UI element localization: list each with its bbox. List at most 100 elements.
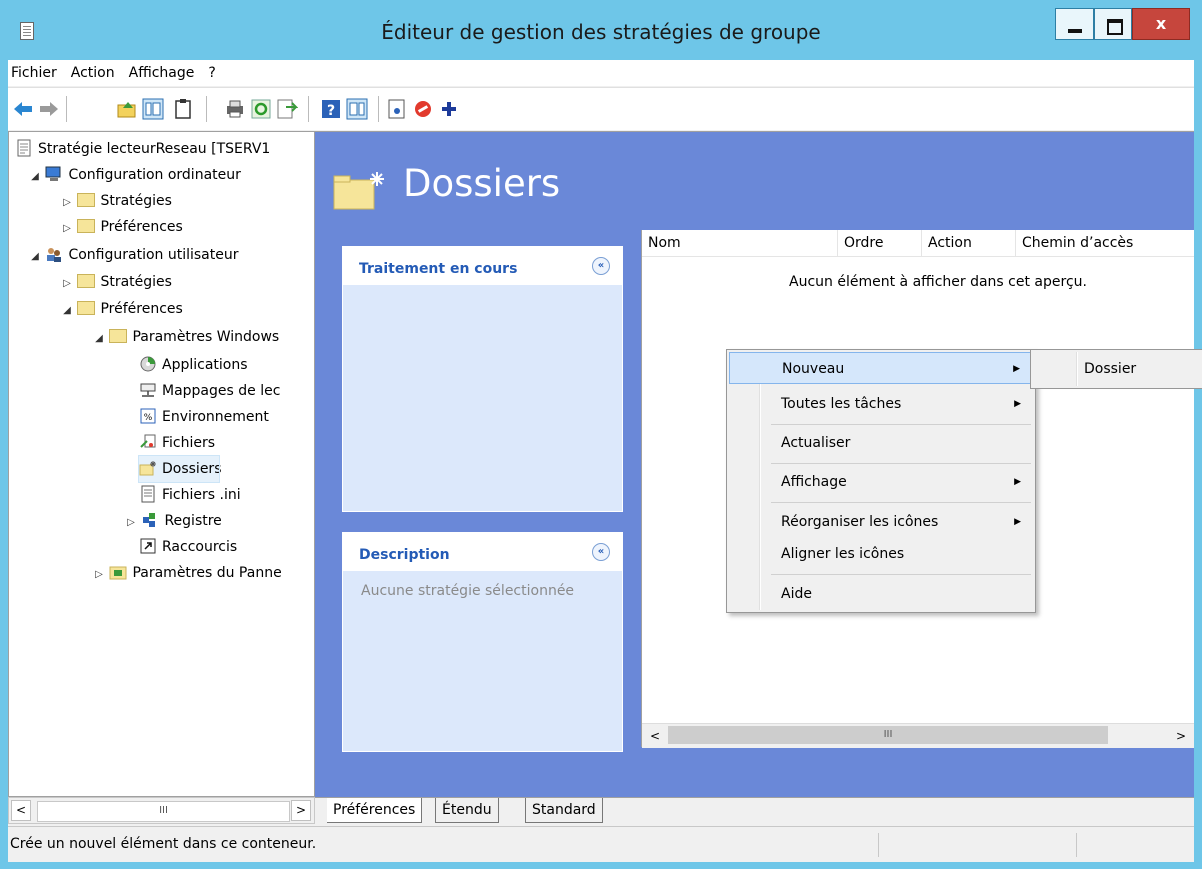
tree-shortcuts[interactable]: Raccourcis bbox=[139, 534, 237, 560]
context-menu: Nouveau ▶ Toutes les tâches ▶ Actualiser A… bbox=[726, 349, 1036, 613]
scroll-right-button[interactable]: > bbox=[1170, 725, 1192, 747]
new-folder-icon bbox=[139, 461, 156, 476]
applications-icon bbox=[140, 356, 156, 372]
expanded-arrow-icon[interactable]: ◢ bbox=[93, 326, 105, 352]
tree-user-policies[interactable]: ▷ Stratégies bbox=[61, 269, 172, 295]
description-panel: Description « Aucune stratégie sélectionn… bbox=[342, 532, 623, 752]
tree-applications[interactable]: Applications bbox=[139, 352, 248, 378]
tree-folders-selected[interactable]: Dossiers bbox=[138, 455, 222, 483]
tree-computer-config[interactable]: ◢ Configuration ordinateur bbox=[29, 162, 241, 188]
window-title: Éditeur de gestion des stratégies de gro… bbox=[381, 20, 821, 44]
forward-arrow-icon[interactable] bbox=[38, 98, 60, 120]
submenu-arrow-icon: ▶ bbox=[1013, 364, 1020, 374]
tree-registry[interactable]: ▷ Registre bbox=[125, 508, 222, 534]
scroll-left-button[interactable]: < bbox=[644, 725, 666, 747]
tree-computer-prefs[interactable]: ▷ Préférences bbox=[61, 214, 183, 240]
folder-icon bbox=[77, 193, 96, 207]
computer-icon bbox=[45, 166, 61, 181]
main-window: Éditeur de gestion des stratégies de gro… bbox=[0, 0, 1202, 869]
tree-computer-policies[interactable]: ▷ Stratégies bbox=[61, 188, 172, 214]
back-arrow-icon[interactable] bbox=[12, 98, 34, 120]
tree-user-prefs[interactable]: ◢ Préférences bbox=[61, 296, 183, 322]
collapse-button[interactable]: « bbox=[592, 543, 610, 561]
submenu-arrow-icon: ▶ bbox=[1014, 517, 1021, 527]
collapsed-arrow-icon[interactable]: ▷ bbox=[93, 562, 105, 588]
status-text: Crée un nouvel élément dans ce conteneur… bbox=[10, 836, 317, 852]
menu-item-new[interactable]: Nouveau ▶ bbox=[729, 352, 1033, 384]
folder-icon bbox=[77, 301, 96, 315]
folder-icon bbox=[77, 219, 96, 233]
collapsed-arrow-icon[interactable]: ▷ bbox=[61, 271, 73, 297]
menu-item-view[interactable]: Affichage ▶ bbox=[729, 466, 1033, 498]
processing-panel: Traitement en cours « bbox=[342, 246, 623, 512]
folder-icon bbox=[109, 329, 128, 343]
menu-item-line-up-icons[interactable]: Aligner les icônes bbox=[729, 538, 1033, 570]
close-button[interactable]: x bbox=[1132, 8, 1190, 40]
expanded-arrow-icon[interactable]: ◢ bbox=[29, 164, 41, 190]
minimize-button[interactable] bbox=[1055, 8, 1094, 40]
collapsed-arrow-icon[interactable]: ▷ bbox=[61, 216, 73, 242]
column-order[interactable]: Ordre bbox=[838, 230, 922, 256]
tree-user-config[interactable]: ◢ Configuration utilisateur bbox=[29, 242, 238, 268]
tree-drive-maps[interactable]: Mappages de lec bbox=[139, 378, 280, 404]
collapse-button[interactable]: « bbox=[592, 257, 610, 275]
clipboard-icon[interactable] bbox=[172, 98, 194, 120]
title-bar[interactable]: Éditeur de gestion des stratégies de gro… bbox=[0, 0, 1202, 60]
scroll-thumb[interactable]: III bbox=[668, 726, 1108, 744]
svg-text:%: % bbox=[144, 413, 153, 423]
print-icon[interactable] bbox=[224, 98, 246, 120]
description-panel-title: Description bbox=[359, 547, 450, 563]
scroll-left-button[interactable]: < bbox=[11, 800, 31, 821]
menu-action[interactable]: Action bbox=[64, 60, 122, 86]
scroll-thumb[interactable]: III bbox=[37, 801, 290, 822]
description-text: Aucune stratégie sélectionnée bbox=[361, 583, 575, 599]
expanded-arrow-icon[interactable]: ◢ bbox=[61, 298, 73, 324]
network-drive-icon bbox=[140, 383, 156, 397]
toolbar: ? bbox=[8, 87, 1194, 130]
tab-preferences[interactable]: Préférences bbox=[327, 798, 423, 823]
export-list-icon[interactable] bbox=[276, 98, 298, 120]
tree-control-panel[interactable]: ▷ Paramètres du Panne bbox=[93, 560, 282, 586]
submenu-arrow-icon: ▶ bbox=[1014, 477, 1021, 487]
menu-fichier[interactable]: Fichier bbox=[8, 60, 64, 86]
menu-item-all-tasks[interactable]: Toutes les tâches ▶ bbox=[729, 388, 1033, 420]
refresh-icon[interactable] bbox=[250, 98, 272, 120]
stop-icon[interactable] bbox=[412, 98, 434, 120]
help-icon[interactable]: ? bbox=[320, 98, 342, 120]
shortcut-icon bbox=[140, 538, 156, 554]
add-icon[interactable] bbox=[438, 98, 460, 120]
menu-affichage[interactable]: Affichage bbox=[122, 60, 202, 86]
submenu-arrow-icon: ▶ bbox=[1014, 399, 1021, 409]
menu-item-help[interactable]: Aide bbox=[729, 578, 1033, 610]
tab-extended[interactable]: Étendu bbox=[435, 798, 499, 823]
tab-standard[interactable]: Standard bbox=[525, 798, 603, 823]
expanded-arrow-icon[interactable]: ◢ bbox=[29, 244, 41, 270]
column-name[interactable]: Nom bbox=[642, 230, 838, 256]
menu-item-folder[interactable]: Dossier bbox=[1033, 353, 1202, 385]
menu-item-refresh[interactable]: Actualiser bbox=[729, 427, 1033, 459]
tree-environment[interactable]: % Environnement bbox=[139, 404, 269, 430]
tree-windows-settings[interactable]: ◢ Paramètres Windows bbox=[93, 324, 279, 350]
menu-help[interactable]: ? bbox=[201, 60, 222, 86]
column-path[interactable]: Chemin d’accès bbox=[1016, 230, 1195, 256]
scroll-right-button[interactable]: > bbox=[291, 800, 311, 821]
show-action-pane-icon[interactable] bbox=[346, 98, 368, 120]
empty-list-message: Aucun élément à afficher dans cet aperçu… bbox=[789, 274, 1087, 290]
properties-icon[interactable] bbox=[386, 98, 408, 120]
maximize-button[interactable] bbox=[1094, 8, 1132, 40]
menu-bar: Fichier Action Affichage? bbox=[8, 60, 1194, 86]
show-hide-tree-icon[interactable] bbox=[142, 98, 164, 120]
menu-item-arrange-icons[interactable]: Réorganiser les icônes ▶ bbox=[729, 506, 1033, 538]
tree-horizontal-scrollbar[interactable]: < III > bbox=[8, 797, 315, 824]
tree-root[interactable]: Stratégie lecteurReseau [TSERV1 bbox=[15, 136, 270, 162]
tree-files[interactable]: Fichiers bbox=[139, 430, 215, 456]
collapsed-arrow-icon[interactable]: ▷ bbox=[61, 190, 73, 216]
up-folder-icon[interactable] bbox=[116, 98, 138, 120]
column-action[interactable]: Action bbox=[922, 230, 1016, 256]
view-tabs: Préférences Étendu Standard bbox=[315, 797, 1194, 825]
users-icon bbox=[47, 248, 62, 262]
tree-ini-files[interactable]: Fichiers .ini bbox=[139, 482, 241, 508]
collapsed-arrow-icon[interactable]: ▷ bbox=[125, 510, 137, 536]
list-horizontal-scrollbar[interactable]: < III > bbox=[642, 723, 1194, 748]
list-header: Nom Ordre Action Chemin d’accès bbox=[642, 230, 1194, 257]
